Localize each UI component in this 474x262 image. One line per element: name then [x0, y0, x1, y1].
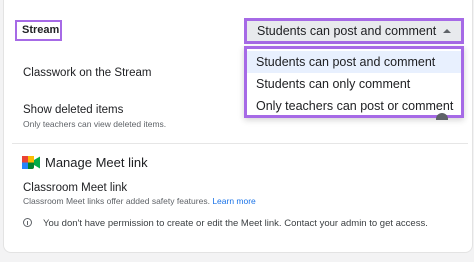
stream-permission-select[interactable]: Students can post and comment — [244, 18, 464, 44]
manage-meet-link-title: Manage Meet link — [45, 155, 148, 170]
stream-select-value: Students can post and comment — [257, 24, 437, 38]
classroom-meet-link-description: Classroom Meet links offer added safety … — [23, 196, 256, 206]
stream-permission-menu: Students can post and comment Students c… — [244, 46, 464, 118]
google-meet-icon — [22, 156, 40, 169]
info-icon — [23, 218, 32, 227]
section-divider — [12, 143, 468, 144]
show-deleted-items-description: Only teachers can view deleted items. — [23, 119, 167, 129]
settings-card: Stream Students can post and comment Stu… — [3, 0, 473, 253]
option-only-teachers-post[interactable]: Only teachers can post or comment — [247, 95, 461, 117]
show-deleted-toggle[interactable] — [436, 113, 448, 120]
caret-up-icon — [443, 29, 451, 33]
learn-more-link[interactable]: Learn more — [212, 196, 255, 206]
option-students-only-comment[interactable]: Students can only comment — [247, 73, 461, 95]
show-deleted-items-label: Show deleted items — [23, 104, 124, 116]
option-students-post-comment[interactable]: Students can post and comment — [247, 51, 461, 73]
meet-link-safety-text: Classroom Meet links offer added safety … — [23, 196, 210, 206]
classroom-meet-link-label: Classroom Meet link — [23, 182, 128, 194]
classwork-on-stream-label: Classwork on the Stream — [23, 67, 152, 79]
meet-permission-info: You don't have permission to create or e… — [43, 218, 428, 229]
stream-section-label: Stream — [15, 20, 62, 41]
